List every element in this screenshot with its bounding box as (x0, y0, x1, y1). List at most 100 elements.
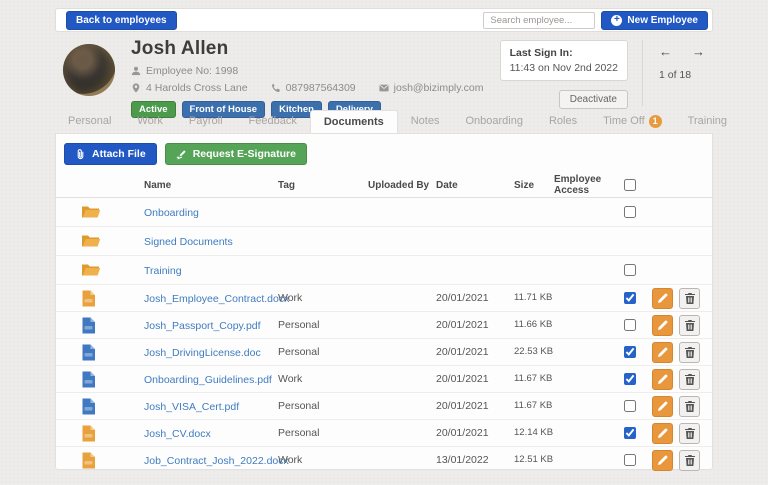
tab-feedback[interactable]: Feedback (236, 110, 310, 133)
new-employee-button[interactable]: + New Employee (601, 11, 708, 30)
tab-label: Notes (411, 110, 440, 133)
employee-avatar[interactable] (63, 44, 115, 96)
folder-icon (81, 233, 101, 249)
tab-personal[interactable]: Personal (55, 110, 124, 133)
tab-roles[interactable]: Roles (536, 110, 590, 133)
document-link[interactable]: Josh_CV.docx (144, 428, 211, 440)
tab-documents[interactable]: Documents (310, 110, 398, 133)
document-date: 20/01/2021 (436, 373, 514, 385)
request-esignature-button[interactable]: Request E-Signature (165, 143, 307, 165)
pencil-icon (657, 320, 668, 331)
employee-access-checkbox[interactable] (624, 319, 636, 331)
document-link[interactable]: Job_Contract_Josh_2022.docx (144, 455, 289, 467)
deactivate-button[interactable]: Deactivate (559, 90, 628, 109)
tab-label: Work (137, 110, 162, 133)
folder-row: Training (56, 256, 712, 285)
pencil-icon (657, 455, 668, 466)
tab-time-off[interactable]: Time Off 1 (590, 110, 675, 133)
document-size: 11.67 KB (514, 400, 554, 412)
pencil-icon (657, 374, 668, 385)
document-date: 20/01/2021 (436, 427, 514, 439)
folder-access-checkbox[interactable] (624, 206, 636, 218)
pencil-icon (657, 347, 668, 358)
table-body: Onboarding Signed Documents Training (56, 198, 712, 474)
employee-access-checkbox[interactable] (624, 346, 636, 358)
employee-access-checkbox[interactable] (624, 454, 636, 466)
delete-document-button[interactable] (679, 342, 700, 363)
employee-phone: 087987564309 (286, 82, 356, 94)
document-link[interactable]: Josh_VISA_Cert.pdf (144, 401, 239, 413)
back-to-employees-button[interactable]: Back to employees (66, 11, 177, 30)
folder-link[interactable]: Signed Documents (144, 236, 233, 248)
file-icon (81, 290, 96, 307)
document-row: Josh_Employee_Contract.docx Work 20/01/2… (56, 285, 712, 312)
plus-circle-icon: + (611, 15, 622, 26)
employee-profile-page: Back to employees + New Employee Josh Al… (0, 0, 768, 485)
tab-training[interactable]: Training (675, 110, 740, 133)
paperclip-icon (75, 149, 86, 160)
file-icon (81, 425, 96, 442)
back-button-label: Back to employees (76, 15, 167, 26)
edit-document-button[interactable] (652, 342, 673, 363)
next-employee-arrow[interactable]: → (692, 44, 705, 59)
trash-icon (685, 455, 695, 466)
file-icon (81, 371, 96, 388)
trash-icon (685, 428, 695, 439)
document-tag: Personal (278, 346, 368, 358)
employee-access-checkbox[interactable] (624, 373, 636, 385)
document-link[interactable]: Josh_DrivingLicense.doc (144, 347, 261, 359)
file-icon (81, 398, 96, 415)
document-date: 20/01/2021 (436, 400, 514, 412)
file-icon (81, 344, 96, 361)
tab-label: Feedback (249, 110, 297, 133)
document-row: Josh_VISA_Cert.pdf Personal 20/01/2021 1… (56, 393, 712, 420)
employee-access-checkbox[interactable] (624, 427, 636, 439)
document-link[interactable]: Onboarding_Guidelines.pdf (144, 374, 272, 386)
attach-file-button[interactable]: Attach File (64, 143, 157, 165)
document-link[interactable]: Josh_Passport_Copy.pdf (144, 320, 261, 332)
select-all-checkbox[interactable] (624, 179, 636, 191)
file-icon (81, 317, 96, 334)
tab-work[interactable]: Work (124, 110, 175, 133)
location-pin-icon (131, 83, 141, 93)
employee-access-checkbox[interactable] (624, 400, 636, 412)
document-date: 20/01/2021 (436, 346, 514, 358)
employee-header-right: Last Sign In: 11:43 on Nov 2nd 2022 Deac… (500, 40, 705, 109)
folder-link[interactable]: Onboarding (144, 207, 199, 219)
edit-document-button[interactable] (652, 315, 673, 336)
edit-document-button[interactable] (652, 288, 673, 309)
documents-panel: Attach File Request E-Signature Name Tag… (55, 133, 713, 470)
pencil-icon (657, 428, 668, 439)
tab-onboarding[interactable]: Onboarding (452, 110, 536, 133)
trash-icon (685, 293, 695, 304)
last-sign-in-value: 11:43 on Nov 2nd 2022 (510, 62, 618, 74)
delete-document-button[interactable] (679, 450, 700, 471)
email-icon (379, 83, 389, 93)
folder-access-checkbox[interactable] (624, 264, 636, 276)
document-size: 22.53 KB (514, 346, 554, 358)
document-row: Josh_CV.docx Personal 20/01/2021 12.14 K… (56, 420, 712, 447)
attach-file-label: Attach File (92, 148, 146, 160)
document-link[interactable]: Josh_Employee_Contract.docx (144, 293, 289, 305)
delete-document-button[interactable] (679, 396, 700, 417)
employee-access-checkbox[interactable] (624, 292, 636, 304)
folder-link[interactable]: Training (144, 265, 182, 277)
folder-icon (81, 204, 101, 220)
tab-payroll[interactable]: Payroll (176, 110, 236, 133)
phone-icon (271, 83, 281, 93)
folder-row: Onboarding (56, 198, 712, 227)
prev-employee-arrow[interactable]: ← (659, 44, 672, 59)
tab-label: Personal (68, 110, 111, 133)
header-name: Name (144, 180, 278, 191)
edit-document-button[interactable] (652, 369, 673, 390)
delete-document-button[interactable] (679, 369, 700, 390)
delete-document-button[interactable] (679, 315, 700, 336)
document-size: 11.67 KB (514, 373, 554, 385)
edit-document-button[interactable] (652, 450, 673, 471)
edit-document-button[interactable] (652, 423, 673, 444)
delete-document-button[interactable] (679, 288, 700, 309)
tab-notes[interactable]: Notes (398, 110, 453, 133)
delete-document-button[interactable] (679, 423, 700, 444)
edit-document-button[interactable] (652, 396, 673, 417)
search-employee-input[interactable] (483, 12, 595, 29)
